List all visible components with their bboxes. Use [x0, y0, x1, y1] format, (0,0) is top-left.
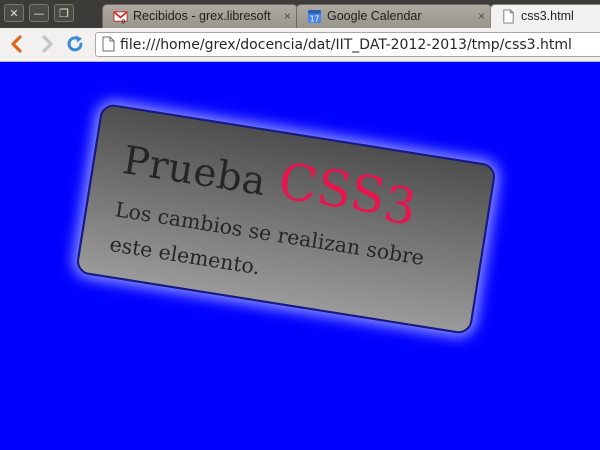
- tab-gmail-close-button[interactable]: ×: [284, 5, 291, 28]
- forward-button[interactable]: [36, 33, 58, 55]
- tab-css3-label: css3.html: [521, 9, 574, 23]
- restore-window-button[interactable]: ❐: [54, 4, 74, 22]
- address-bar[interactable]: [95, 32, 600, 57]
- tab-google-calendar-label: Google Calendar: [327, 9, 422, 23]
- forward-arrow-icon: [42, 35, 53, 53]
- gmail-unread-badge: 0: [121, 19, 125, 24]
- gmail-icon: 0: [113, 11, 128, 24]
- tab-css3-html[interactable]: css3.html: [490, 4, 600, 28]
- reload-button[interactable]: [64, 33, 86, 55]
- page-icon: [102, 36, 115, 52]
- url-input[interactable]: [120, 34, 600, 55]
- calendar-icon: 17: [307, 9, 322, 24]
- back-button[interactable]: [6, 33, 28, 55]
- tab-gmail-label: Recibidos - grex.libresoftw: [133, 9, 271, 23]
- document-icon: [503, 9, 514, 24]
- close-window-button[interactable]: ✕: [4, 4, 24, 22]
- calendar-date-badge: 17: [310, 15, 320, 24]
- tab-google-calendar-close-button[interactable]: ×: [478, 5, 485, 28]
- minimize-window-button[interactable]: —: [29, 4, 49, 22]
- tab-gmail[interactable]: 0 Recibidos - grex.libresoftw ×: [102, 4, 298, 28]
- css3-letters: CSS: [274, 151, 390, 226]
- back-arrow-icon: [11, 35, 22, 53]
- tab-google-calendar[interactable]: 17 Google Calendar ×: [296, 4, 492, 28]
- browser-toolbar: [0, 28, 600, 62]
- tab-bar: ✕ — ❐ 0 Recibidos - grex.libresoftw × 17…: [0, 0, 600, 28]
